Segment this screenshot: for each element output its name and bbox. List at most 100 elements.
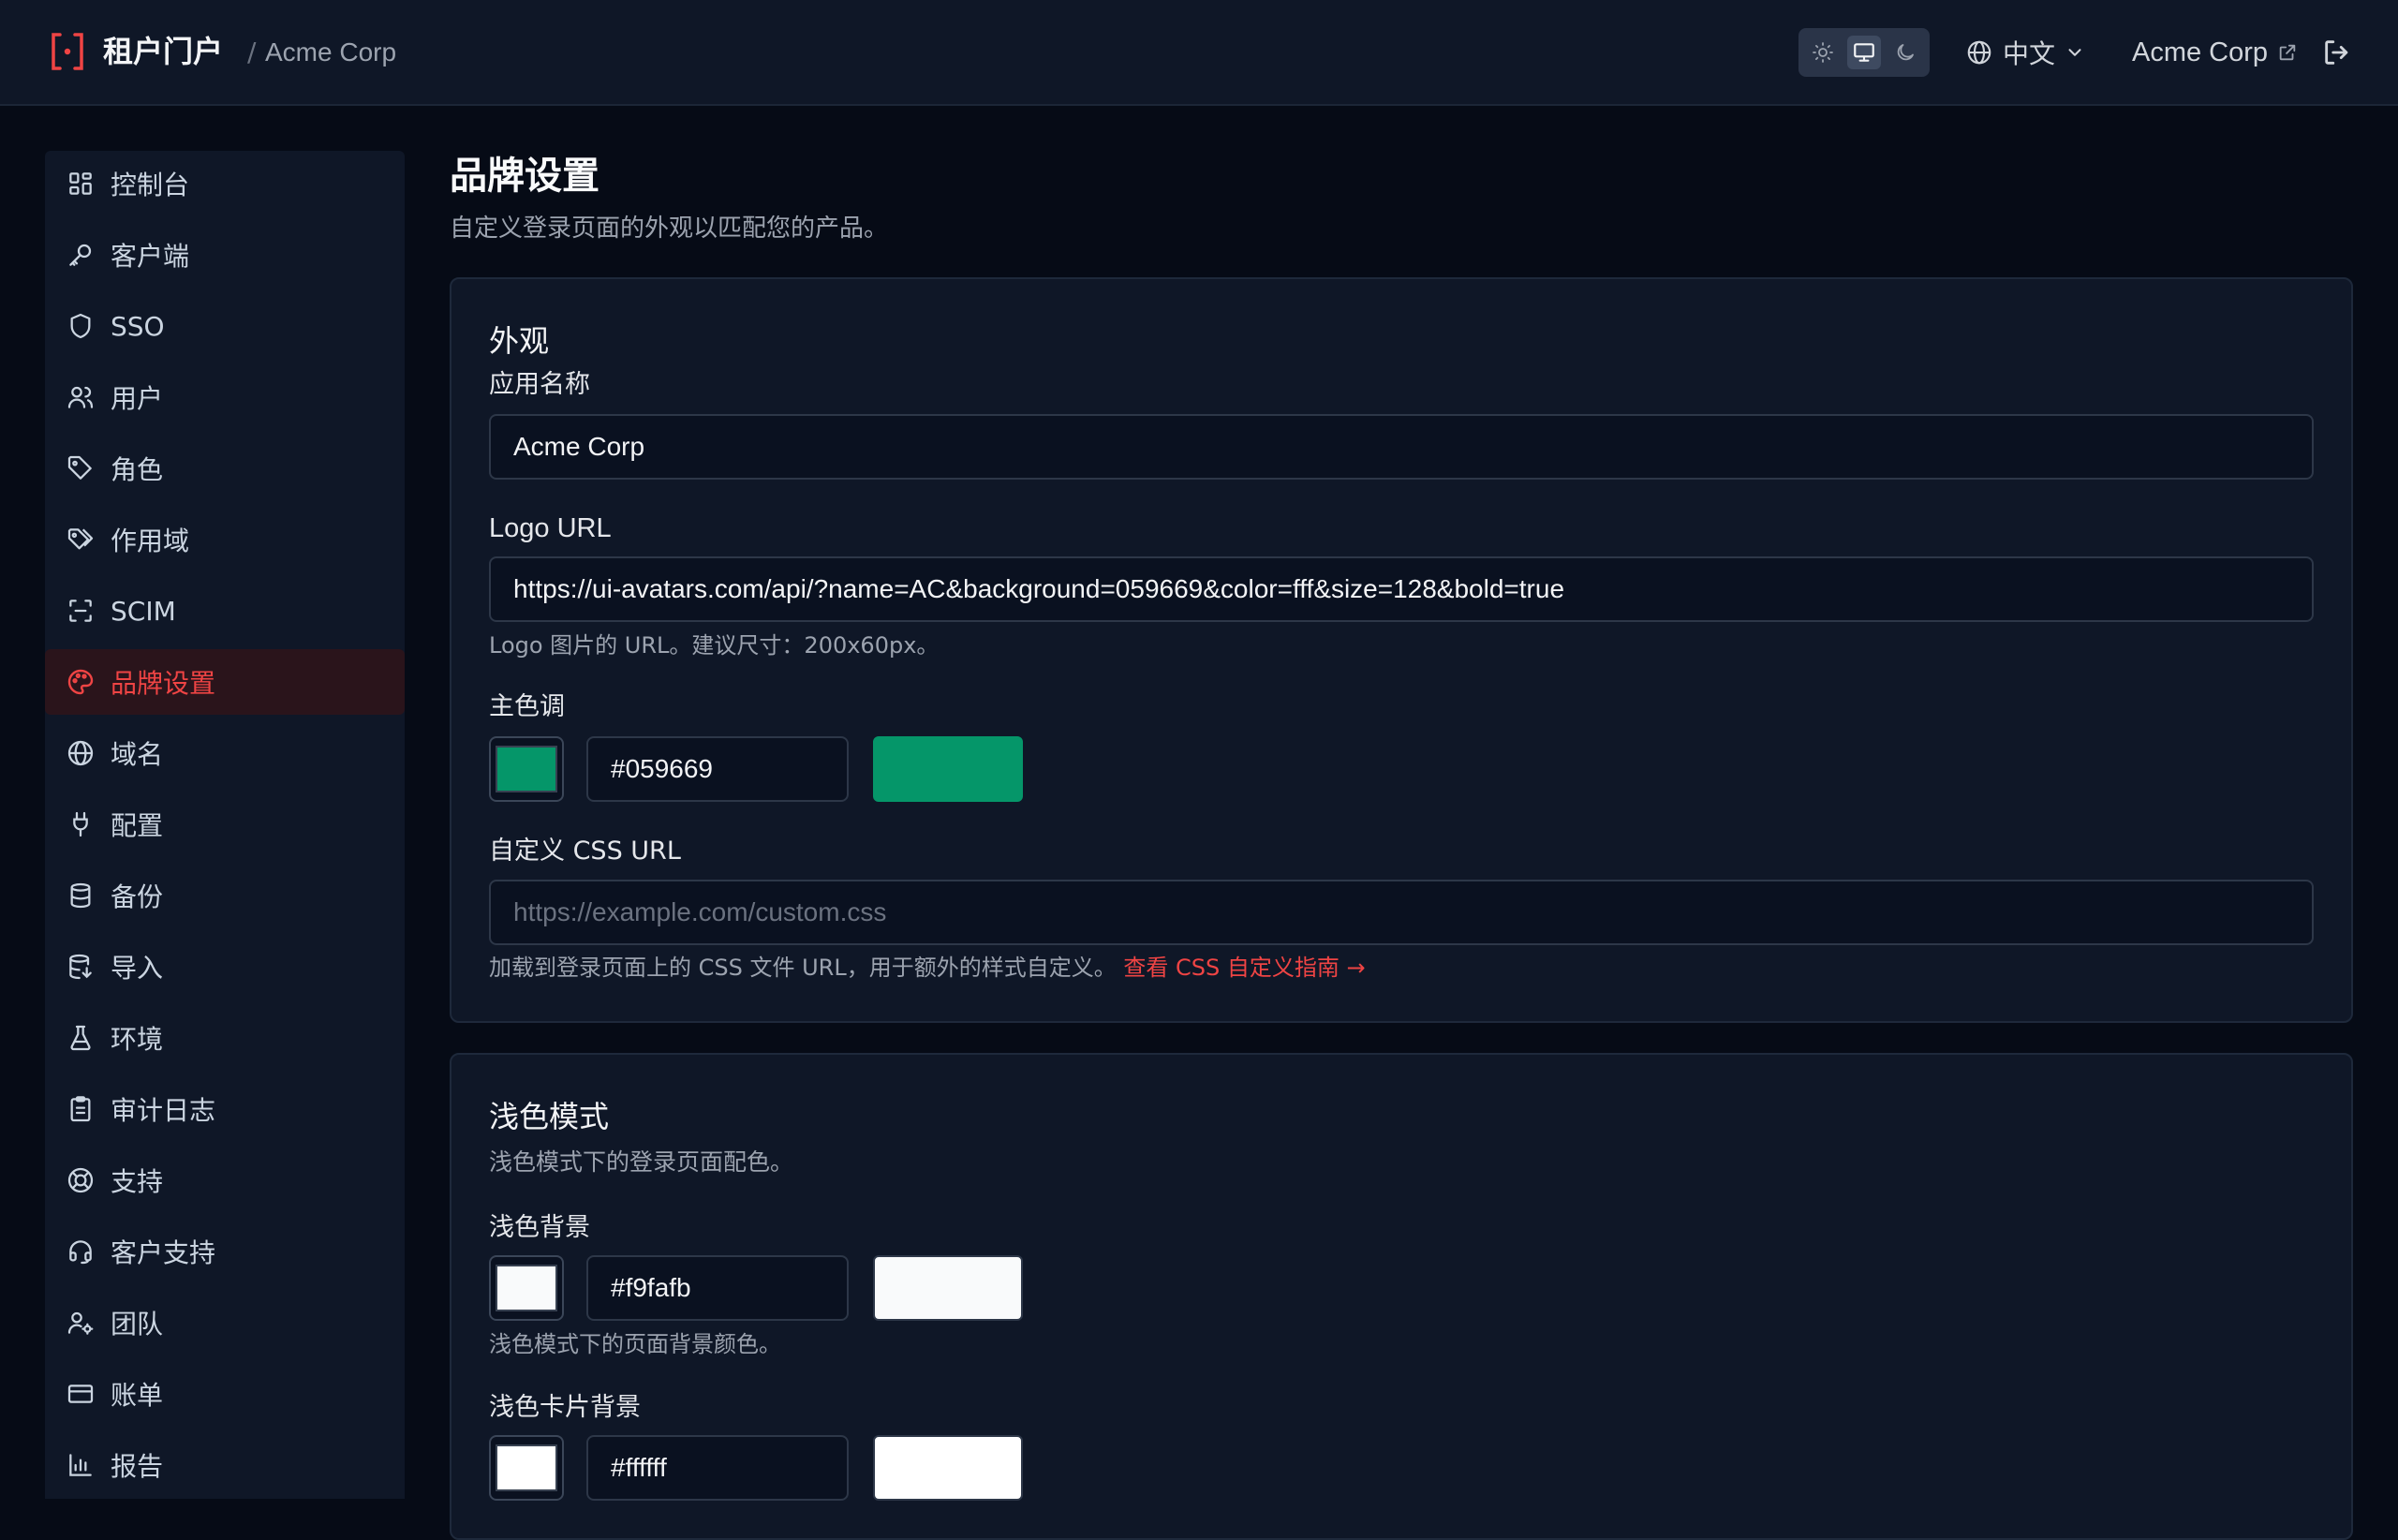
page-title: 品牌设置 (450, 155, 600, 198)
sidebar-item-users[interactable]: 用户 (45, 364, 405, 430)
sidebar-item-label: 用户 (111, 383, 164, 414)
sidebar-item-roles[interactable]: 角色 (45, 436, 405, 501)
sidebar-item-label: 客户支持 (111, 1237, 216, 1268)
sidebar-item-clients[interactable]: 客户端 (45, 222, 405, 288)
css-guide-link[interactable]: 查看 CSS 自定义指南 → (1123, 955, 1365, 981)
database-icon (70, 882, 91, 909)
sidebar-item-label: 配置 (111, 810, 164, 841)
primary-color-hex-input[interactable] (586, 736, 849, 802)
language-selector[interactable]: 中文 (1965, 28, 2085, 77)
brand-logo-icon (52, 33, 83, 70)
dark-theme-button[interactable] (1888, 36, 1922, 69)
sidebar-item-domains[interactable]: 域名 (45, 720, 405, 786)
bar-chart-icon (69, 1454, 92, 1476)
sidebar: 控制台 客户端 SSO 用户 角色 作用域 SCIM 品牌设置 域名 配置 备份… (45, 151, 405, 1499)
color-swatch (496, 746, 557, 792)
sidebar-item-label: 账单 (111, 1380, 164, 1411)
sidebar-item-dashboard[interactable]: 控制台 (45, 151, 405, 216)
light-bg-hex-input[interactable] (586, 1255, 849, 1321)
sun-icon (1813, 42, 1833, 63)
light-bg-help: 浅色模式下的页面背景颜色。 (489, 1331, 781, 1357)
tag-icon (67, 455, 92, 480)
globe-icon (67, 740, 94, 766)
chevron-down-icon (2068, 49, 2081, 56)
sidebar-item-audit-log[interactable]: 审计日志 (45, 1076, 405, 1142)
sidebar-item-label: 导入 (111, 953, 164, 984)
app-name-input[interactable] (489, 414, 2314, 480)
color-swatch (496, 1265, 557, 1311)
logout-icon[interactable] (2321, 37, 2353, 68)
breadcrumb-separator: / (247, 37, 257, 67)
sidebar-item-import[interactable]: 导入 (45, 934, 405, 1000)
monitor-icon (1854, 43, 1874, 62)
light-mode-card: 浅色模式 浅色模式下的登录页面配色。 浅色背景 浅色模式下的页面背景颜色。 浅色… (450, 1053, 2353, 1540)
sidebar-item-billing[interactable]: 账单 (45, 1361, 405, 1427)
sidebar-item-team[interactable]: 团队 (45, 1290, 405, 1355)
sidebar-item-label: SSO (111, 310, 165, 342)
light-card-bg-preview (873, 1435, 1023, 1501)
sidebar-item-label: SCIM (111, 595, 176, 627)
moon-icon (1897, 44, 1914, 61)
logo-url-help: Logo 图片的 URL。建议尺寸：200x60px。 (489, 632, 940, 659)
shield-icon (70, 313, 91, 339)
light-theme-button[interactable] (1806, 36, 1840, 69)
clipboard-icon (70, 1096, 91, 1122)
sidebar-item-label: 角色 (111, 454, 164, 485)
sidebar-item-config[interactable]: 配置 (45, 792, 405, 857)
globe-icon (1967, 40, 1991, 65)
plug-icon (73, 811, 88, 837)
system-theme-button[interactable] (1847, 36, 1881, 69)
sidebar-item-support[interactable]: 支持 (45, 1148, 405, 1213)
color-swatch (496, 1444, 557, 1491)
custom-css-help-text: 加载到登录页面上的 CSS 文件 URL，用于额外的样式自定义。 (489, 955, 1117, 981)
sidebar-item-customer-support[interactable]: 客户支持 (45, 1219, 405, 1284)
palette-icon (67, 669, 94, 695)
custom-css-label: 自定义 CSS URL (489, 837, 681, 866)
sidebar-item-branding[interactable]: 品牌设置 (45, 649, 405, 715)
sidebar-item-label: 环境 (111, 1024, 164, 1055)
primary-color-picker[interactable] (489, 736, 564, 802)
lifebuoy-icon (67, 1167, 94, 1193)
section-title: 外观 (489, 323, 550, 359)
sidebar-item-sso[interactable]: SSO (45, 293, 405, 359)
sidebar-item-label: 备份 (111, 881, 164, 912)
sidebar-item-label: 域名 (111, 739, 164, 770)
custom-css-help: 加载到登录页面上的 CSS 文件 URL，用于额外的样式自定义。 查看 CSS … (489, 952, 1366, 984)
sidebar-item-label: 审计日志 (111, 1095, 216, 1126)
sidebar-item-label: 报告 (111, 1451, 164, 1482)
scan-icon (69, 600, 92, 622)
sidebar-item-label: 品牌设置 (111, 668, 216, 699)
logo-url-label: Logo URL (489, 513, 612, 543)
app-title: 租户门户 (103, 34, 224, 69)
external-link-icon (2279, 44, 2296, 61)
light-bg-color-picker[interactable] (489, 1255, 564, 1321)
breadcrumb-tenant: Acme Corp (265, 37, 397, 67)
primary-color-preview (873, 736, 1023, 802)
light-card-bg-label: 浅色卡片背景 (489, 1393, 641, 1422)
tags-icon (67, 528, 94, 550)
language-label: 中文 (2003, 38, 2056, 69)
light-card-bg-hex-input[interactable] (586, 1435, 849, 1501)
sidebar-item-environments[interactable]: 环境 (45, 1005, 405, 1071)
sidebar-item-reports[interactable]: 报告 (45, 1432, 405, 1498)
user-cog-icon (67, 1311, 94, 1335)
primary-color-label: 主色调 (489, 692, 565, 721)
top-bar: 租户门户 / Acme Corp 中文 Acme Corp (0, 0, 2398, 106)
dashboard-icon (69, 172, 92, 195)
sidebar-item-label: 支持 (111, 1166, 164, 1197)
light-card-bg-color-picker[interactable] (489, 1435, 564, 1501)
sidebar-item-label: 客户端 (111, 241, 190, 272)
app-name-label: 应用名称 (489, 370, 590, 399)
flask-icon (70, 1025, 91, 1051)
appearance-card: 外观 应用名称 Logo URL Logo 图片的 URL。建议尺寸：200x6… (450, 277, 2353, 1023)
custom-css-url-input[interactable] (489, 880, 2314, 945)
light-bg-label: 浅色背景 (489, 1213, 590, 1242)
tenant-external-link[interactable]: Acme Corp (2132, 28, 2298, 77)
sidebar-item-backup[interactable]: 备份 (45, 863, 405, 928)
section-title: 浅色模式 (489, 1099, 610, 1134)
sidebar-item-scopes[interactable]: 作用域 (45, 507, 405, 572)
light-bg-preview (873, 1255, 1023, 1321)
logo-url-input[interactable] (489, 556, 2314, 622)
sidebar-item-scim[interactable]: SCIM (45, 578, 405, 644)
sidebar-item-label: 团队 (111, 1309, 164, 1340)
